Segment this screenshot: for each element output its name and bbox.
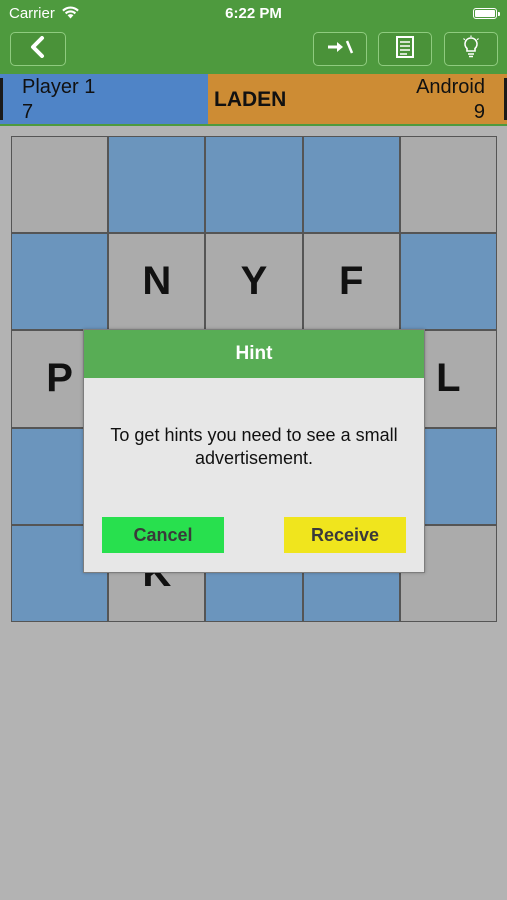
dialog-message: To get hints you need to see a small adv… [110,425,398,468]
board-tile[interactable] [302,136,400,234]
board-tile[interactable]: Y [205,233,303,331]
player-panel: Player 1 7 [0,74,208,124]
player-score: 7 [22,101,34,123]
notes-button[interactable] [378,32,432,66]
player-name: Player 1 [22,76,96,98]
score-bar: Player 1 7 LADEN Android 9 [0,74,507,124]
board-tile[interactable] [108,136,206,234]
swap-button[interactable] [313,32,367,66]
board-tile[interactable]: F [302,233,400,331]
toolbar [0,28,507,74]
clock: 6:22 PM [225,5,282,22]
notepad-icon [395,35,415,64]
board-tile[interactable] [399,136,497,234]
dialog-title: Hint [84,330,424,378]
player-turn-marker [0,78,3,120]
opponent-score: 9 [473,101,485,123]
battery-icon [473,8,500,19]
board-tile[interactable] [11,233,109,331]
hint-button[interactable] [444,32,498,66]
board-tile[interactable] [399,233,497,331]
swap-arrows-icon [325,38,355,61]
status-bar: Carrier 6:22 PM [0,0,507,28]
score-divider [0,124,507,126]
receive-button[interactable]: Receive [284,517,406,553]
hint-dialog: Hint To get hints you need to see a smal… [83,329,425,573]
board-tile[interactable]: N [108,233,206,331]
opponent-name: Android [416,76,485,98]
lightbulb-icon [461,35,481,64]
board-tile[interactable] [205,136,303,234]
board-tile[interactable] [11,136,109,234]
chevron-left-icon [29,35,47,63]
current-word: LADEN [214,88,287,111]
cancel-button[interactable]: Cancel [102,517,224,553]
opponent-panel: LADEN Android 9 [208,74,507,124]
back-button[interactable] [10,32,66,66]
